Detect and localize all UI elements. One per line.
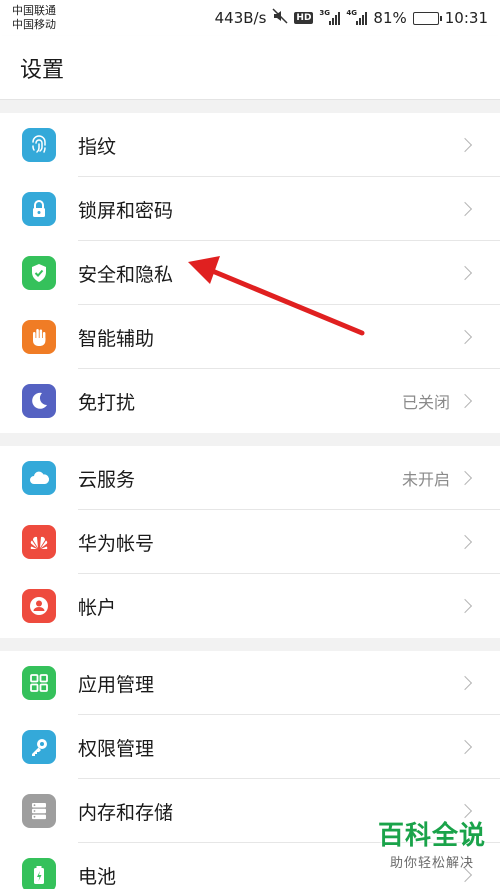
apps-grid-icon (22, 666, 56, 700)
settings-item-label: 免打扰 (78, 391, 136, 414)
chevron-right-icon (457, 329, 473, 345)
settings-item-label: 锁屏和密码 (78, 199, 174, 222)
battery-icon (22, 858, 56, 889)
watermark-title: 百科全说 (377, 821, 486, 851)
group-spacer (0, 100, 500, 113)
carrier-1: 中国联通 (12, 4, 56, 17)
settings-list: 指纹锁屏和密码安全和隐私智能辅助免打扰 已关闭云服务 未开启华为帐号帐户应用管理权限… (0, 100, 500, 889)
huawei-logo-icon (22, 525, 56, 559)
hand-icon (22, 320, 56, 354)
network-speed: 443B/s (214, 9, 267, 27)
settings-item-huawei-logo[interactable]: 华为帐号 (0, 510, 500, 574)
cloud-icon (22, 461, 56, 495)
app-header: 设置 (0, 36, 500, 100)
battery-status-icon (412, 11, 442, 25)
settings-item-label: 云服务 (78, 468, 136, 491)
settings-item-label: 权限管理 (78, 737, 155, 760)
fingerprint-icon (22, 128, 56, 162)
settings-item-cloud[interactable]: 云服务 未开启 (0, 446, 500, 510)
chevron-right-icon (457, 393, 473, 409)
settings-item-value: 已关闭 (401, 393, 450, 412)
storage-icon (22, 794, 56, 828)
moon-icon (22, 384, 56, 418)
chevron-right-icon (457, 675, 473, 691)
carrier-2: 中国移动 (12, 18, 56, 31)
clock: 10:31 (444, 9, 488, 27)
carrier-info: 中国联通 中国移动 (12, 4, 56, 32)
settings-item-label: 帐户 (78, 596, 117, 619)
settings-item-person[interactable]: 帐户 (0, 574, 500, 638)
signal-icon-1: 3G (319, 8, 341, 25)
person-icon (22, 589, 56, 623)
group-spacer (0, 638, 500, 651)
watermark: 百科全说 助你轻松解决 (378, 815, 486, 871)
settings-item-label: 安全和隐私 (78, 263, 174, 286)
page-title: 设置 (20, 57, 65, 83)
settings-item-hand[interactable]: 智能辅助 (0, 305, 500, 369)
key-icon (22, 730, 56, 764)
settings-item-value: 未开启 (401, 470, 450, 489)
settings-item-moon[interactable]: 免打扰 已关闭 (0, 369, 500, 433)
shield-check-icon (22, 256, 56, 290)
settings-item-label: 应用管理 (78, 673, 155, 696)
chevron-right-icon (457, 470, 473, 486)
settings-item-label: 华为帐号 (78, 532, 155, 555)
signal-icon-2: 4G (346, 8, 368, 25)
watermark-subtitle: 助你轻松解决 (389, 856, 474, 871)
settings-item-fingerprint[interactable]: 指纹 (0, 113, 500, 177)
settings-item-shield-check[interactable]: 安全和隐私 (0, 241, 500, 305)
group-spacer (0, 433, 500, 446)
chevron-right-icon (457, 598, 473, 614)
lock-icon (22, 192, 56, 226)
settings-item-key[interactable]: 权限管理 (0, 715, 500, 779)
chevron-right-icon (457, 201, 473, 217)
battery-percent: 81% (373, 9, 407, 27)
settings-item-apps-grid[interactable]: 应用管理 (0, 651, 500, 715)
settings-item-label: 指纹 (78, 135, 117, 158)
signal-1-tag: 3G (319, 8, 331, 17)
hd-badge: HD (294, 12, 314, 24)
chevron-right-icon (457, 137, 473, 153)
settings-item-label: 智能辅助 (78, 327, 155, 350)
chevron-right-icon (457, 265, 473, 281)
mute-icon (272, 8, 288, 28)
chevron-right-icon (457, 534, 473, 550)
chevron-right-icon (457, 739, 473, 755)
signal-2-tag: 4G (346, 8, 358, 17)
status-bar: 中国联通 中国移动 443B/s HD 3G 4G 81% 10:31 (0, 0, 500, 36)
settings-item-lock[interactable]: 锁屏和密码 (0, 177, 500, 241)
status-icons: 443B/s HD 3G 4G 81% 10:31 (215, 8, 488, 28)
